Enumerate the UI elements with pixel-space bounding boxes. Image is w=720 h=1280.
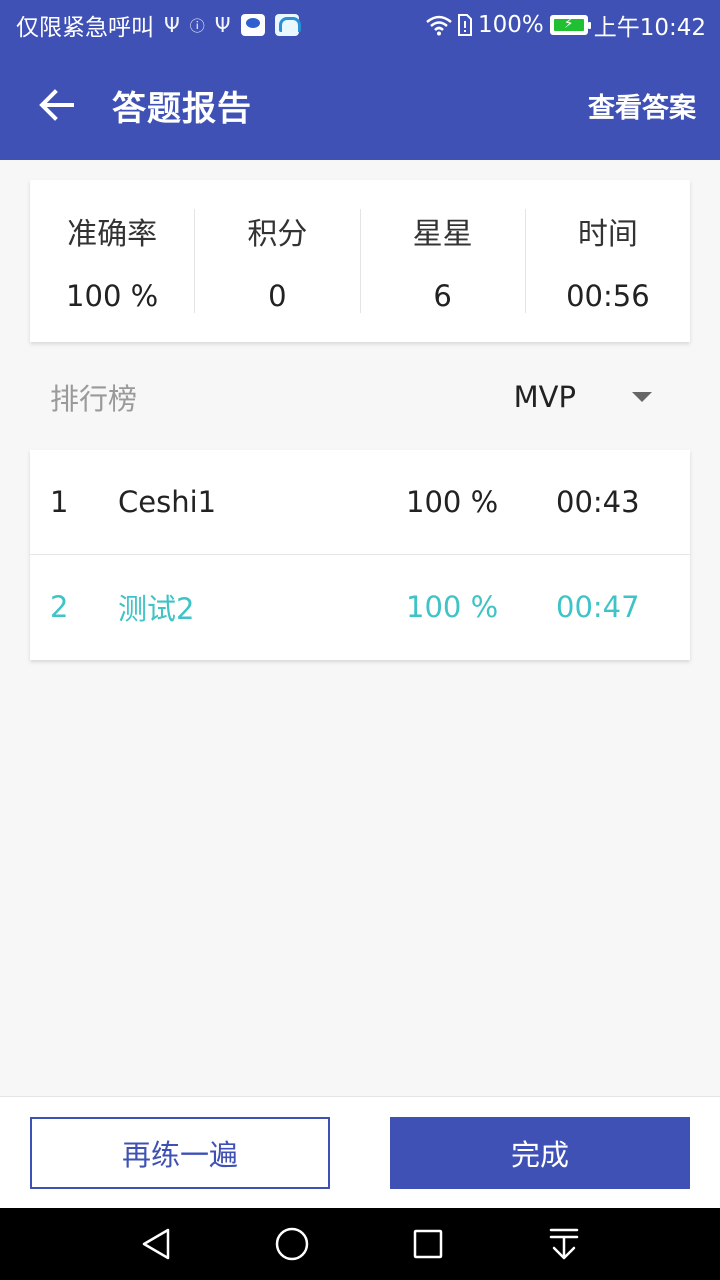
stat-label: 准确率 [67,217,158,252]
leaderboard-title: 排行榜 [50,382,138,416]
nav-recents-button[interactable] [404,1220,452,1268]
circle-home-icon [275,1227,309,1261]
battery-icon: ⚡ [549,15,591,35]
system-nav-bar [0,1208,720,1280]
status-bar-right: 100% ⚡ 上午10:42 [426,8,706,42]
caret-down-icon [632,392,652,402]
player-accuracy: 100 % [406,590,499,624]
status-bar: 仅限紧急呼叫 Ψ ⓘ Ψ 100% ⚡ 上午10:42 [0,0,720,50]
player-accuracy: 100 % [406,485,499,519]
rank-number: 2 [50,590,69,624]
usb-icon: Ψ [214,13,231,37]
leaderboard-filter-value: MVP [513,380,576,414]
player-time: 00:43 [556,485,640,519]
status-bar-left: 仅限紧急呼叫 Ψ ⓘ Ψ [16,8,426,42]
player-name: Ceshi1 [118,485,217,519]
practice-again-button[interactable]: 再练一遍 [30,1117,330,1189]
app-bar: 答题报告 查看答案 [0,50,720,160]
wifi-icon [426,15,452,36]
stat-label: 积分 [247,217,308,252]
player-time: 00:47 [556,590,640,624]
app-notification-icon [274,14,301,36]
stats-card: 准确率 100 % 积分 0 星星 6 时间 00:56 [30,180,690,342]
view-answers-button[interactable]: 查看答案 [564,50,720,160]
back-arrow-icon [39,89,74,121]
stat-value: 00:56 [566,279,650,313]
player-name: 测试2 [118,592,195,626]
clock: 上午10:42 [593,15,706,41]
triangle-back-icon [142,1228,170,1260]
page-title: 答题报告 [112,88,252,129]
stat-label: 星星 [412,217,473,252]
square-recents-icon [413,1229,443,1259]
battery-percent: 100% [477,12,544,38]
stat-value: 6 [433,279,452,313]
leaderboard-row: 1 Ceshi1 100 % 00:43 [30,450,690,554]
leaderboard-row-current-user: 2 测试2 100 % 00:47 [30,554,690,659]
baidu-app-icon [240,14,265,36]
leaderboard-list: 1 Ceshi1 100 % 00:43 2 测试2 100 % 00:47 [30,450,690,660]
stat-stars: 星星 6 [361,209,526,313]
leaderboard-header: 排行榜 MVP [30,362,690,432]
bottom-action-bar: 再练一遍 完成 [0,1096,720,1208]
stat-time: 时间 00:56 [526,209,690,313]
stat-points: 积分 0 [195,209,361,313]
usb-icon: Ψ [164,13,180,37]
stat-label: 时间 [577,217,638,252]
stat-accuracy: 准确率 100 % [30,209,196,313]
rank-number: 1 [50,485,69,519]
info-icon: ⓘ [189,16,205,35]
stat-value: 100 % [66,279,159,313]
carrier-text: 仅限紧急呼叫 [16,15,154,41]
nav-back-button[interactable] [132,1220,180,1268]
nav-notifications-button[interactable] [540,1220,588,1268]
sim-card-icon [457,14,472,36]
pull-down-icon [549,1228,579,1260]
stat-value: 0 [268,279,287,313]
done-button[interactable]: 完成 [390,1117,690,1189]
nav-home-button[interactable] [268,1220,316,1268]
leaderboard-filter-dropdown[interactable]: MVP [514,362,690,432]
back-button[interactable] [0,50,112,160]
